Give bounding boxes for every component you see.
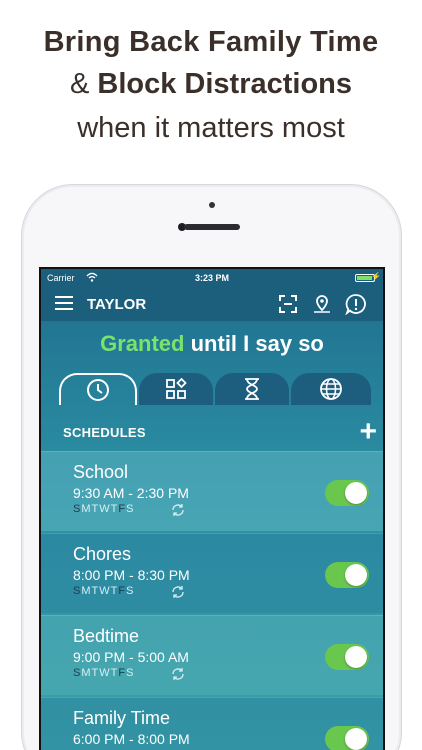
- schedule-row[interactable]: School 9:30 AM - 2:30 PM SMTWTFS: [41, 451, 383, 531]
- schedule-row[interactable]: Chores 8:00 PM - 8:30 PM SMTWTFS: [41, 533, 383, 613]
- repeat-icon: [172, 586, 184, 598]
- headline-ampersand: &: [69, 68, 90, 100]
- schedule-days: SMTWTFS: [73, 585, 134, 597]
- day-letter: S: [126, 585, 135, 597]
- add-schedule-button[interactable]: +: [359, 417, 377, 447]
- scan-icon[interactable]: [277, 293, 299, 315]
- tab-bar: [41, 371, 383, 407]
- phone-sensor: [209, 202, 215, 208]
- tab-schedules[interactable]: [59, 373, 137, 405]
- nav-bar: TAYLOR: [41, 287, 383, 321]
- globe-icon: [320, 378, 342, 400]
- day-letter: F: [118, 503, 127, 515]
- profile-name: TAYLOR: [87, 296, 147, 313]
- app-screen: Carrier 3:23 PM ⚡ TAYLOR Granted until I…: [39, 267, 385, 750]
- location-icon[interactable]: [311, 293, 333, 315]
- headline-line-3: when it matters most: [77, 112, 345, 144]
- schedule-toggle[interactable]: [325, 726, 369, 750]
- status-banner: Granted until I say so: [41, 331, 383, 357]
- schedule-time-range: 6:00 PM - 8:00 PM: [73, 731, 190, 747]
- schedule-name: Bedtime: [73, 626, 140, 646]
- tab-apps[interactable]: [139, 373, 213, 405]
- headline-line-2: & Block Distractions: [0, 68, 422, 101]
- day-letter: M: [81, 667, 92, 679]
- tab-web[interactable]: [291, 373, 371, 405]
- phone-speaker: [184, 224, 240, 230]
- phone-frame: Carrier 3:23 PM ⚡ TAYLOR Granted until I…: [21, 184, 402, 750]
- day-letter: M: [81, 503, 92, 515]
- schedule-row[interactable]: Bedtime 9:00 PM - 5:00 AM SMTWTFS: [41, 615, 383, 695]
- schedule-name: Chores: [73, 544, 132, 564]
- schedule-days: SMTWTFS: [73, 667, 134, 679]
- schedule-name: Family Time: [73, 708, 171, 728]
- status-time: 3:23 PM: [194, 273, 229, 283]
- schedule-name: School: [73, 462, 129, 482]
- headline-bold-text: Block Distractions: [97, 68, 353, 100]
- schedule-time-range: 8:00 PM - 8:30 PM: [73, 567, 190, 583]
- repeat-icon: [172, 504, 184, 516]
- alert-icon[interactable]: [345, 293, 367, 315]
- hamburger-menu-icon[interactable]: [55, 296, 73, 310]
- granted-duration: until I say so: [190, 331, 324, 356]
- schedule-toggle[interactable]: [325, 644, 369, 670]
- schedule-toggle[interactable]: [325, 480, 369, 506]
- repeat-icon: [172, 668, 184, 680]
- apps-icon: [166, 377, 187, 399]
- granted-label: Granted: [100, 331, 185, 356]
- day-letter: W: [99, 585, 111, 597]
- day-letter: S: [126, 503, 135, 515]
- day-letter: S: [126, 667, 135, 679]
- day-letter: M: [81, 585, 92, 597]
- schedule-toggle[interactable]: [325, 562, 369, 588]
- schedule-days: SMTWTFS: [73, 503, 134, 515]
- schedule-time-range: 9:30 AM - 2:30 PM: [73, 485, 189, 501]
- schedules-header: SCHEDULES +: [41, 417, 383, 451]
- day-letter: W: [99, 503, 111, 515]
- day-letter: W: [99, 667, 111, 679]
- clock-icon: [87, 379, 109, 401]
- schedule-row[interactable]: Family Time6:00 PM - 8:00 PMSMTWTFS: [41, 697, 383, 750]
- schedule-time-range: 9:00 PM - 5:00 AM: [73, 649, 189, 665]
- hourglass-icon: [245, 378, 259, 400]
- schedules-title: SCHEDULES: [63, 425, 146, 440]
- day-letter: F: [118, 585, 127, 597]
- headline-line-1: Bring Back Family Time: [43, 26, 379, 58]
- day-letter: F: [118, 667, 127, 679]
- charging-icon: ⚡: [371, 272, 381, 281]
- tab-time-limits[interactable]: [215, 373, 289, 405]
- status-bar: Carrier 3:23 PM ⚡: [41, 269, 383, 287]
